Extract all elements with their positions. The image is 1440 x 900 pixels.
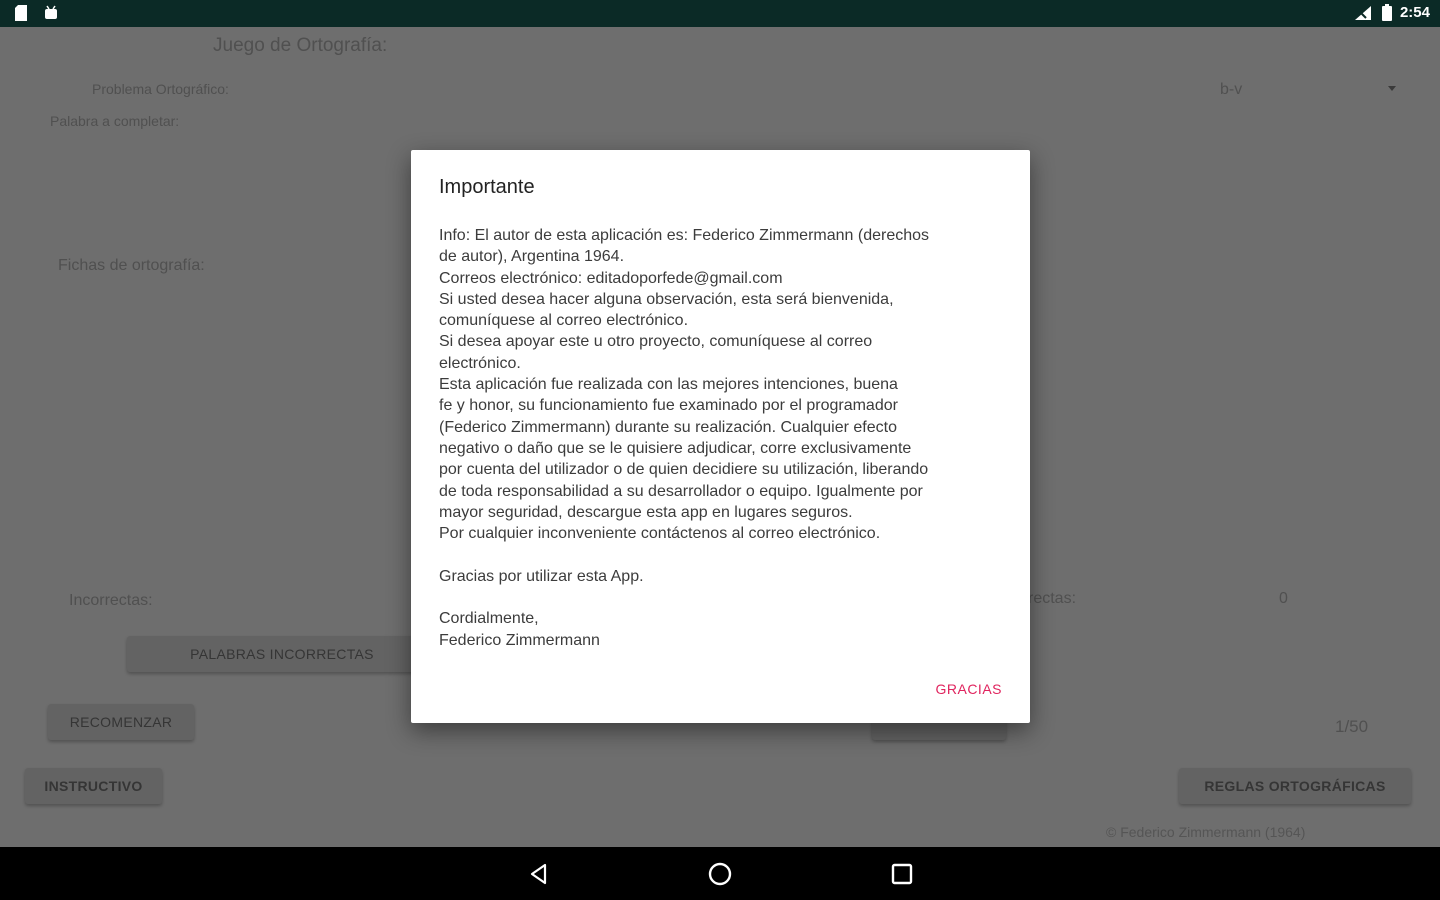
- dialog-blank-line: [439, 544, 1009, 565]
- dialog-message-line: electrónico.: [439, 354, 521, 372]
- status-bar: 2:54: [0, 0, 1440, 27]
- cards-label: Fichas de ortografía:: [58, 257, 205, 274]
- progress-counter: 1/50: [1335, 717, 1369, 736]
- home-icon[interactable]: [705, 859, 735, 889]
- dialog-message-line: mayor seguridad, descargue esta app en l…: [439, 503, 853, 521]
- dialog-message-line: Esta aplicación fue realizada con las me…: [439, 376, 898, 394]
- incorrect-words-button[interactable]: PALABRAS INCORRECTAS: [127, 636, 437, 672]
- dialog-message-line: Gracias por utilizar esta App.: [439, 567, 644, 585]
- correct-count: 0: [1279, 590, 1288, 607]
- problem-label: Problema Ortográfico:: [92, 81, 229, 97]
- problem-dropdown[interactable]: b-v: [1218, 79, 1402, 103]
- sd-card-icon: [15, 5, 27, 21]
- recents-icon[interactable]: [887, 859, 917, 889]
- word-label: Palabra a completar:: [50, 113, 180, 129]
- chevron-down-icon: [1388, 86, 1396, 91]
- dialog-message: Info: El autor de esta aplicación es: Fe…: [439, 225, 1009, 651]
- dialog-message-line: Si usted desea hacer alguna observación,…: [439, 290, 894, 308]
- dialog-message-line: de toda responsabilidad a su desarrollad…: [439, 482, 923, 500]
- dialog-message-line: negativo o daño que se le quisiere adjud…: [439, 439, 912, 457]
- dialog-message-line: Si desea apoyar este u otro proyecto, co…: [439, 333, 873, 351]
- restart-button[interactable]: RECOMENZAR: [48, 704, 194, 740]
- dialog-title: Importante: [439, 176, 535, 198]
- navigation-bar: [0, 847, 1440, 900]
- back-icon[interactable]: [524, 859, 554, 889]
- app-title: Juego de Ortografía:: [213, 35, 388, 56]
- instructions-button[interactable]: INSTRUCTIVO: [25, 768, 162, 804]
- battery-icon: [1381, 4, 1392, 21]
- dialog-message-line: Cordialmente,: [439, 610, 539, 628]
- correct-label: rectas:: [1028, 590, 1077, 607]
- signal-icon: [1354, 5, 1371, 20]
- copyright-text: © Federico Zimmermann (1964): [1106, 824, 1306, 840]
- important-dialog: Importante Info: El autor de esta aplica…: [411, 150, 1030, 723]
- incorrect-label: Incorrectas:: [69, 592, 153, 609]
- dialog-message-line: por cuenta del utilizador o de quien dec…: [439, 461, 929, 479]
- dialog-blank-line: [439, 587, 1009, 608]
- dialog-message-line: de autor), Argentina 1964.: [439, 248, 625, 266]
- android-icon: [45, 5, 57, 19]
- dialog-message-line: comuníquese al correo electrónico.: [439, 312, 689, 330]
- dialog-message-line: Federico Zimmermann: [439, 631, 600, 649]
- spelling-rules-button[interactable]: REGLAS ORTOGRÁFICAS: [1179, 768, 1411, 804]
- status-time: 2:54: [1399, 4, 1430, 21]
- dialog-message-line: fe y honor, su funcionamiento fue examin…: [439, 397, 898, 415]
- thanks-button[interactable]: GRACIAS: [935, 679, 1002, 699]
- problem-dropdown-value: b-v: [1220, 81, 1243, 98]
- dialog-message-line: Info: El autor de esta aplicación es: Fe…: [439, 227, 930, 244]
- dialog-message-line: Correos electrónico: editadoporfede@gmai…: [439, 269, 783, 287]
- dialog-message-line: Por cualquier inconveniente contáctenos …: [439, 525, 881, 543]
- dialog-message-line: (Federico Zimmermann) durante su realiza…: [439, 418, 897, 436]
